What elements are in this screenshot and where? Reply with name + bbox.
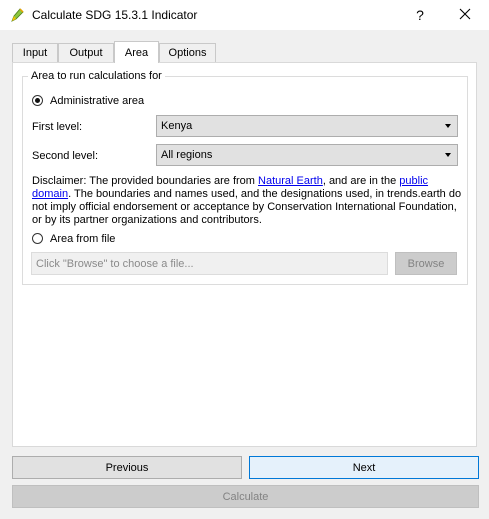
radio-selected-dot [35, 98, 40, 103]
disclaimer-text: Disclaimer: The provided boundaries are … [32, 175, 462, 227]
disclaimer-middle: , and are in the [322, 175, 400, 187]
chevron-down-icon [445, 124, 451, 128]
tab-area[interactable]: Area [114, 41, 159, 63]
tab-label: Output [69, 47, 103, 59]
help-button[interactable]: ? [406, 0, 434, 30]
groupbox-title: Area to run calculations for [28, 70, 165, 82]
admin-area-radio[interactable] [32, 95, 43, 106]
tab-options[interactable]: Options [159, 43, 216, 62]
first-level-combo[interactable]: Kenya [156, 115, 458, 137]
next-button[interactable]: Next [249, 456, 479, 479]
disclaimer-prefix: Disclaimer: The provided boundaries are … [32, 175, 259, 187]
tab-label: Options [168, 47, 207, 59]
disclaimer-suffix: . The boundaries and names used, and the… [32, 188, 462, 226]
first-level-label: First level: [32, 121, 83, 133]
second-level-combo[interactable]: All regions [156, 144, 458, 166]
second-level-label: Second level: [32, 150, 99, 162]
close-icon [459, 8, 471, 23]
title-bar: Calculate SDG 15.3.1 Indicator ? [0, 0, 489, 30]
close-button[interactable] [450, 0, 480, 30]
file-path-input[interactable]: Click "Browse" to choose a file... [31, 252, 388, 275]
admin-area-label[interactable]: Administrative area [50, 95, 144, 107]
tab-output[interactable]: Output [58, 43, 114, 62]
window-title: Calculate SDG 15.3.1 Indicator [32, 8, 198, 22]
calculate-button[interactable]: Calculate [12, 485, 479, 508]
tab-label: Area [124, 46, 149, 59]
area-from-file-label[interactable]: Area from file [50, 233, 115, 245]
chevron-down-icon [445, 153, 451, 157]
file-path-placeholder: Click "Browse" to choose a file... [36, 258, 194, 270]
tab-label: Input [22, 47, 48, 59]
previous-button[interactable]: Previous [12, 456, 242, 479]
second-level-value: All regions [161, 149, 213, 161]
pencil-leaf-icon [9, 7, 25, 23]
first-level-value: Kenya [161, 120, 193, 132]
browse-button[interactable]: Browse [395, 252, 457, 275]
natural-earth-link[interactable]: Natural Earth [258, 175, 323, 187]
area-from-file-radio[interactable] [32, 233, 43, 244]
tab-input[interactable]: Input [12, 43, 58, 62]
